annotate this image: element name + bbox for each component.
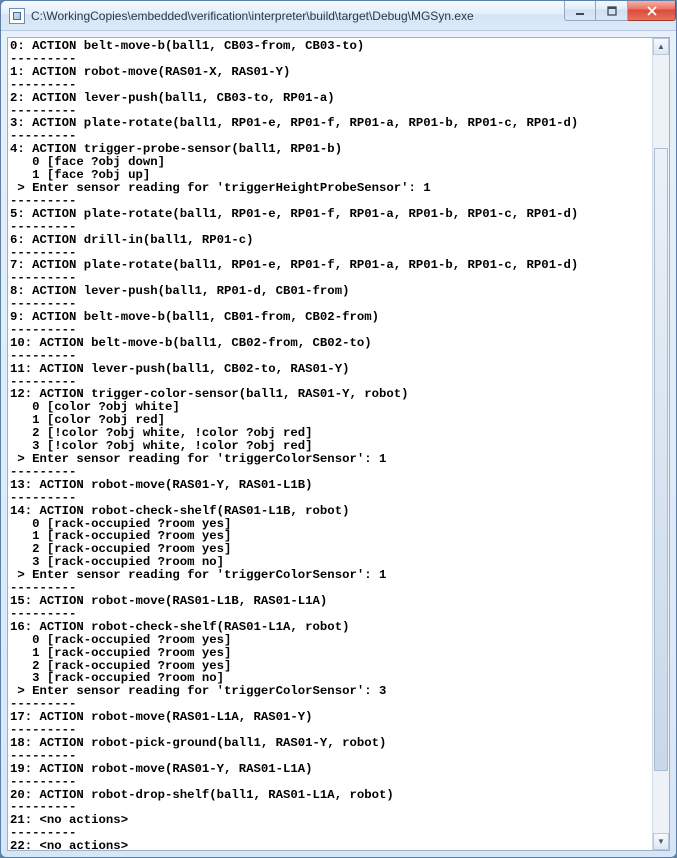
maximize-button[interactable]	[596, 1, 628, 21]
console-output: 0: ACTION belt-move-b(ball1, CB03-from, …	[8, 38, 652, 850]
titlebar[interactable]: C:\WorkingCopies\embedded\verification\i…	[1, 1, 676, 31]
scroll-up-button[interactable]: ▲	[653, 38, 669, 55]
app-icon	[9, 8, 25, 24]
client-area: 0: ACTION belt-move-b(ball1, CB03-from, …	[7, 37, 670, 851]
window-buttons	[564, 1, 676, 30]
scroll-thumb[interactable]	[654, 148, 668, 770]
close-button[interactable]	[628, 1, 676, 21]
minimize-button[interactable]	[564, 1, 596, 21]
app-window: C:\WorkingCopies\embedded\verification\i…	[0, 0, 677, 858]
scroll-down-button[interactable]: ▼	[653, 833, 669, 850]
window-title: C:\WorkingCopies\embedded\verification\i…	[31, 9, 564, 23]
vertical-scrollbar[interactable]: ▲ ▼	[652, 38, 669, 850]
scroll-track[interactable]	[653, 55, 669, 833]
